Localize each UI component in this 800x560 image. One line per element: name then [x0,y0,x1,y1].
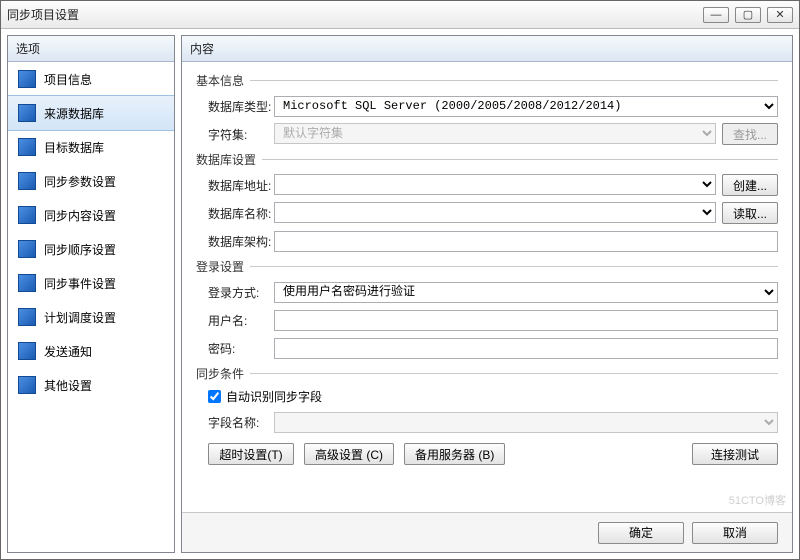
window-title: 同步项目设置 [7,6,703,23]
charset-select: 默认字符集 [274,123,716,144]
field-name-select [274,412,778,433]
sidebar-item-label: 计划调度设置 [44,309,116,326]
ok-button[interactable]: 确定 [598,522,684,544]
sidebar-item-label: 发送通知 [44,343,92,360]
folder-icon [18,376,36,394]
content-body: 基本信息 数据库类型: Microsoft SQL Server (2000/2… [182,62,792,512]
field-name-label: 字段名称: [196,414,274,431]
sidebar-item-label: 同步事件设置 [44,275,116,292]
sidebar-item-0[interactable]: 项目信息 [8,62,174,96]
sidebar-item-label: 同步内容设置 [44,207,116,224]
group-db: 数据库设置 数据库地址: 创建... 数据库名称: [196,151,778,252]
sidebar-item-4[interactable]: 同步内容设置 [8,198,174,232]
sidebar-item-8[interactable]: 发送通知 [8,334,174,368]
sidebar-item-6[interactable]: 同步事件设置 [8,266,174,300]
charset-lookup-button: 查找... [722,123,778,145]
username-input[interactable] [274,310,778,331]
window-controls: — ▢ ✕ [703,7,793,23]
advanced-button[interactable]: 高级设置 (C) [304,443,394,465]
cancel-button[interactable]: 取消 [692,522,778,544]
password-input[interactable] [274,338,778,359]
timeout-button[interactable]: 超时设置(T) [208,443,294,465]
sidebar-item-label: 同步参数设置 [44,173,116,190]
backup-server-button[interactable]: 备用服务器 (B) [404,443,505,465]
sidebar-list: 项目信息来源数据库目标数据库同步参数设置同步内容设置同步顺序设置同步事件设置计划… [8,62,174,552]
username-label: 用户名: [196,312,274,329]
password-label: 密码: [196,340,274,357]
folder-icon [18,308,36,326]
db-addr-select[interactable] [274,174,716,195]
folder-icon [18,172,36,190]
folder-icon [18,240,36,258]
titlebar: 同步项目设置 — ▢ ✕ [1,1,799,29]
sidebar-item-1[interactable]: 来源数据库 [8,95,174,131]
settings-window: 同步项目设置 — ▢ ✕ 选项 项目信息来源数据库目标数据库同步参数设置同步内容… [0,0,800,560]
group-login: 登录设置 登录方式: 使用用户名密码进行验证 用户名: 密码: [196,258,778,359]
group-basic: 基本信息 数据库类型: Microsoft SQL Server (2000/2… [196,72,778,145]
folder-icon [18,70,36,88]
group-basic-title: 基本信息 [196,72,244,89]
action-button-row: 超时设置(T) 高级设置 (C) 备用服务器 (B) 连接测试 [196,443,778,465]
test-connection-button[interactable]: 连接测试 [692,443,778,465]
login-method-label: 登录方式: [196,284,274,301]
content-header: 内容 [182,36,792,62]
folder-icon [18,138,36,156]
folder-icon [18,206,36,224]
divider [262,159,778,160]
auto-detect-checkbox[interactable] [208,390,221,403]
group-sync: 同步条件 自动识别同步字段 字段名称: [196,365,778,433]
db-read-button[interactable]: 读取... [722,202,778,224]
close-button[interactable]: ✕ [767,7,793,23]
minimize-button[interactable]: — [703,7,729,23]
sidebar-item-7[interactable]: 计划调度设置 [8,300,174,334]
watermark: 51CTO博客 [729,492,786,508]
folder-icon [18,342,36,360]
content-panel: 内容 基本信息 数据库类型: Microsoft SQL Server (200… [181,35,793,553]
db-addr-label: 数据库地址: [196,177,274,194]
auto-detect-label[interactable]: 自动识别同步字段 [226,388,322,405]
sidebar-header: 选项 [8,36,174,62]
sidebar-item-9[interactable]: 其他设置 [8,368,174,402]
db-type-select[interactable]: Microsoft SQL Server (2000/2005/2008/201… [274,96,778,117]
sidebar-item-label: 其他设置 [44,377,92,394]
db-schema-label: 数据库架构: [196,233,274,250]
db-schema-input[interactable] [274,231,778,252]
sidebar-panel: 选项 项目信息来源数据库目标数据库同步参数设置同步内容设置同步顺序设置同步事件设… [7,35,175,553]
divider [250,373,778,374]
login-method-select[interactable]: 使用用户名密码进行验证 [274,282,778,303]
dialog-footer: 确定 取消 [182,512,792,552]
group-db-title: 数据库设置 [196,151,256,168]
sidebar-item-label: 项目信息 [44,71,92,88]
sidebar-item-label: 同步顺序设置 [44,241,116,258]
charset-label: 字符集: [196,126,274,143]
sidebar-item-3[interactable]: 同步参数设置 [8,164,174,198]
sidebar-item-5[interactable]: 同步顺序设置 [8,232,174,266]
group-login-title: 登录设置 [196,258,244,275]
folder-icon [18,104,36,122]
divider [250,266,778,267]
db-name-select[interactable] [274,202,716,223]
db-name-label: 数据库名称: [196,205,274,222]
sidebar-item-2[interactable]: 目标数据库 [8,130,174,164]
folder-icon [18,274,36,292]
sidebar-item-label: 来源数据库 [44,105,104,122]
dialog-body: 选项 项目信息来源数据库目标数据库同步参数设置同步内容设置同步顺序设置同步事件设… [1,29,799,559]
db-type-label: 数据库类型: [196,98,274,115]
maximize-button[interactable]: ▢ [735,7,761,23]
group-sync-title: 同步条件 [196,365,244,382]
divider [250,80,778,81]
db-create-button[interactable]: 创建... [722,174,778,196]
sidebar-item-label: 目标数据库 [44,139,104,156]
